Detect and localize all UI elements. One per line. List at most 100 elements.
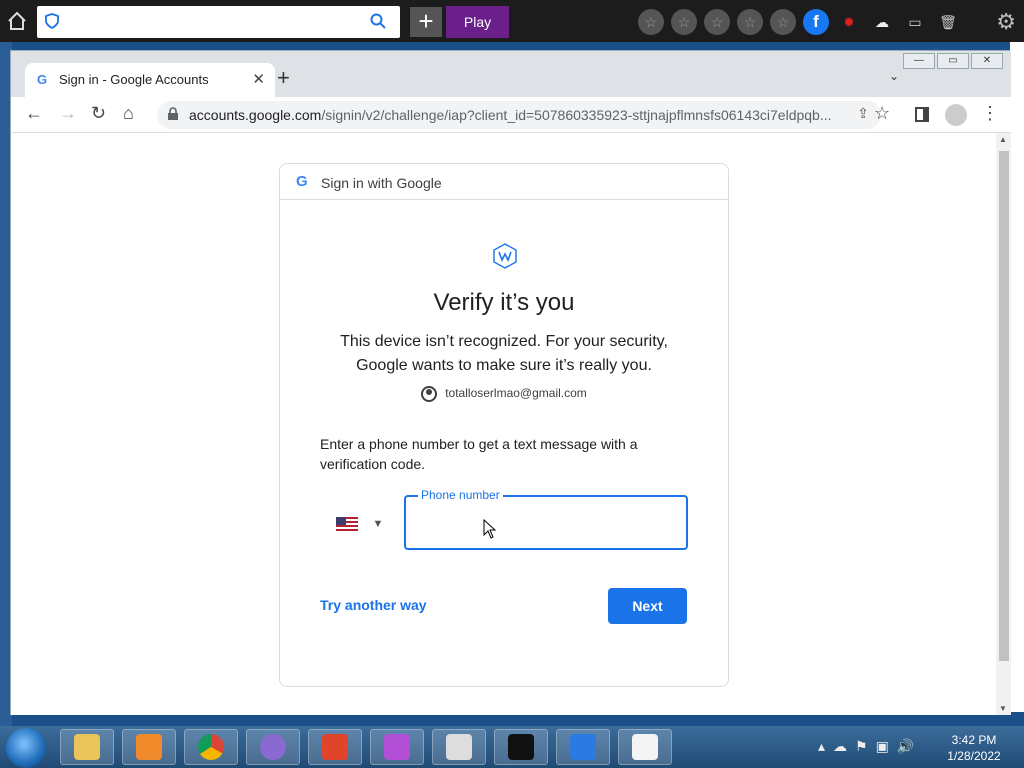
shield-icon: [45, 13, 59, 34]
star-icon[interactable]: ☆: [704, 9, 730, 35]
card-header-title: Sign in with Google: [321, 175, 442, 191]
bookmark-star-icon[interactable]: ☆: [874, 103, 890, 124]
wps-icon: [322, 734, 348, 760]
facebook-icon[interactable]: f: [803, 9, 829, 35]
wps-task[interactable]: [308, 729, 362, 765]
google-logo-icon: G: [296, 173, 308, 190]
account-email: totalloserlmao@gmail.com: [445, 386, 587, 401]
calculator-icon: [446, 734, 472, 760]
account-circle-icon: [421, 386, 438, 402]
play-button[interactable]: Play: [446, 6, 509, 38]
us-flag-icon: [336, 516, 358, 531]
search-icon[interactable]: [370, 13, 386, 34]
forward-icon[interactable]: →: [59, 103, 77, 124]
share-icon[interactable]: ⇪: [857, 105, 869, 122]
background-document: [1010, 42, 1024, 712]
app-task[interactable]: [246, 729, 300, 765]
chrome-task[interactable]: [184, 729, 238, 765]
menu-kebab-icon[interactable]: ⋮: [981, 103, 999, 124]
list-icon: [632, 734, 658, 760]
signin-card: G Sign in with Google Verify it’s you Th…: [279, 163, 729, 687]
app-task[interactable]: [370, 729, 424, 765]
maximize-button[interactable]: ▭: [937, 53, 969, 69]
security-shield-icon: [492, 242, 518, 275]
media-player-task[interactable]: [122, 729, 176, 765]
notepad-task[interactable]: [618, 729, 672, 765]
country-code-select[interactable]: ▼: [336, 515, 383, 533]
home-icon[interactable]: [6, 10, 30, 32]
add-button[interactable]: +: [410, 7, 442, 37]
wps-writer-task[interactable]: [556, 729, 610, 765]
caret-down-icon: ▼: [372, 517, 384, 530]
address-bar[interactable]: accounts.google.com/signin/v2/challenge/…: [157, 101, 881, 129]
close-tab-icon[interactable]: ✕: [252, 70, 265, 88]
system-clock[interactable]: 3:42 PM 1/28/2022: [940, 732, 1008, 764]
try-another-way-link[interactable]: Try another way: [320, 597, 427, 613]
security-description: This device isn’t recognized. For your s…: [340, 333, 668, 374]
phone-number-field[interactable]: Phone number: [404, 488, 688, 550]
lock-icon[interactable]: [167, 107, 179, 126]
launcher-bar: + Play ☆ ☆ ☆ ☆ ☆ f ✹ ☁ ▭ 🗑 ⚙: [0, 0, 1024, 42]
chrome-icon: [198, 734, 224, 760]
reload-icon[interactable]: ↻: [91, 103, 106, 124]
star-icon[interactable]: ☆: [638, 9, 664, 35]
card-header: G Sign in with Google: [280, 164, 728, 200]
calculator-task[interactable]: [432, 729, 486, 765]
home-button-icon[interactable]: ⌂: [123, 103, 134, 124]
tab-sign-in[interactable]: G Sign in - Google Accounts ✕: [25, 63, 275, 97]
star-icon[interactable]: ☆: [737, 9, 763, 35]
phone-number-input[interactable]: [418, 511, 668, 535]
media-icon: [136, 734, 162, 760]
start-button[interactable]: [6, 728, 46, 768]
next-button[interactable]: Next: [608, 588, 687, 624]
taskbar: ▴ ☁ ⚑ ▣ 🔊 3:42 PM 1/28/2022: [0, 726, 1024, 768]
profile-avatar[interactable]: [945, 104, 967, 126]
url-text: accounts.google.com/signin/v2/challenge/…: [189, 107, 837, 123]
page-content: G Sign in with Google Verify it’s you Th…: [11, 133, 996, 715]
trash-icon[interactable]: 🗑: [935, 9, 961, 35]
star-icon[interactable]: ☆: [671, 9, 697, 35]
side-panel-icon[interactable]: [915, 107, 929, 122]
action-center-icon[interactable]: ⚑: [855, 738, 868, 755]
browser-window: G Sign in - Google Accounts ✕ + ⌄ — ▭ ✕ …: [10, 50, 1011, 715]
page-title: Verify it’s you: [433, 289, 575, 316]
close-window-button[interactable]: ✕: [971, 53, 1003, 69]
phone-number-label: Phone number: [418, 488, 503, 502]
writer-icon: [570, 734, 596, 760]
clock-time: 3:42 PM: [951, 733, 997, 747]
tab-strip: G Sign in - Google Accounts ✕ + ⌄ — ▭ ✕: [11, 51, 1011, 97]
7zip-task[interactable]: [494, 729, 548, 765]
7zip-icon: [508, 734, 534, 760]
scroll-up-icon[interactable]: ▲: [999, 135, 1007, 144]
network-icon[interactable]: ▣: [876, 738, 889, 755]
explorer-task[interactable]: [60, 729, 114, 765]
system-tray: ▴ ☁ ⚑ ▣ 🔊: [818, 738, 914, 755]
star-icon[interactable]: ☆: [770, 9, 796, 35]
cloud-icon[interactable]: ☁: [833, 738, 847, 755]
browser-toolbar: ← → ↻ ⌂ accounts.google.com/signin/v2/ch…: [11, 97, 1011, 133]
phone-instruction: Enter a phone number to get a text messa…: [320, 436, 638, 472]
diamond-app-icon: [384, 734, 410, 760]
circle-app-icon: [260, 734, 286, 760]
tab-title: Sign in - Google Accounts: [59, 72, 209, 87]
weather-icon[interactable]: ☁: [869, 9, 895, 35]
account-chip: totalloserlmao@gmail.com: [280, 386, 728, 402]
chevron-down-icon[interactable]: ⌄: [889, 69, 899, 83]
page-scrollbar[interactable]: ▲ ▼: [996, 133, 1011, 715]
new-tab-button[interactable]: +: [277, 65, 290, 91]
gear-icon[interactable]: ⚙: [996, 9, 1016, 35]
minimize-button[interactable]: —: [903, 53, 935, 69]
clock-date: 1/28/2022: [947, 749, 1001, 763]
scrollbar-thumb[interactable]: [999, 151, 1009, 661]
bug-icon[interactable]: ✹: [836, 9, 862, 35]
volume-icon[interactable]: 🔊: [897, 738, 914, 755]
google-favicon-icon: G: [37, 72, 48, 87]
folder-icon[interactable]: ▭: [902, 9, 928, 35]
url-path: /signin/v2/challenge/iap?client_id=50786…: [321, 107, 832, 123]
back-icon[interactable]: ←: [25, 103, 43, 124]
launcher-search-input[interactable]: [37, 6, 400, 38]
url-host: accounts.google.com: [189, 107, 322, 123]
scroll-down-icon[interactable]: ▼: [999, 704, 1007, 713]
tray-expand-icon[interactable]: ▴: [818, 738, 825, 755]
folder-icon: [74, 734, 100, 760]
